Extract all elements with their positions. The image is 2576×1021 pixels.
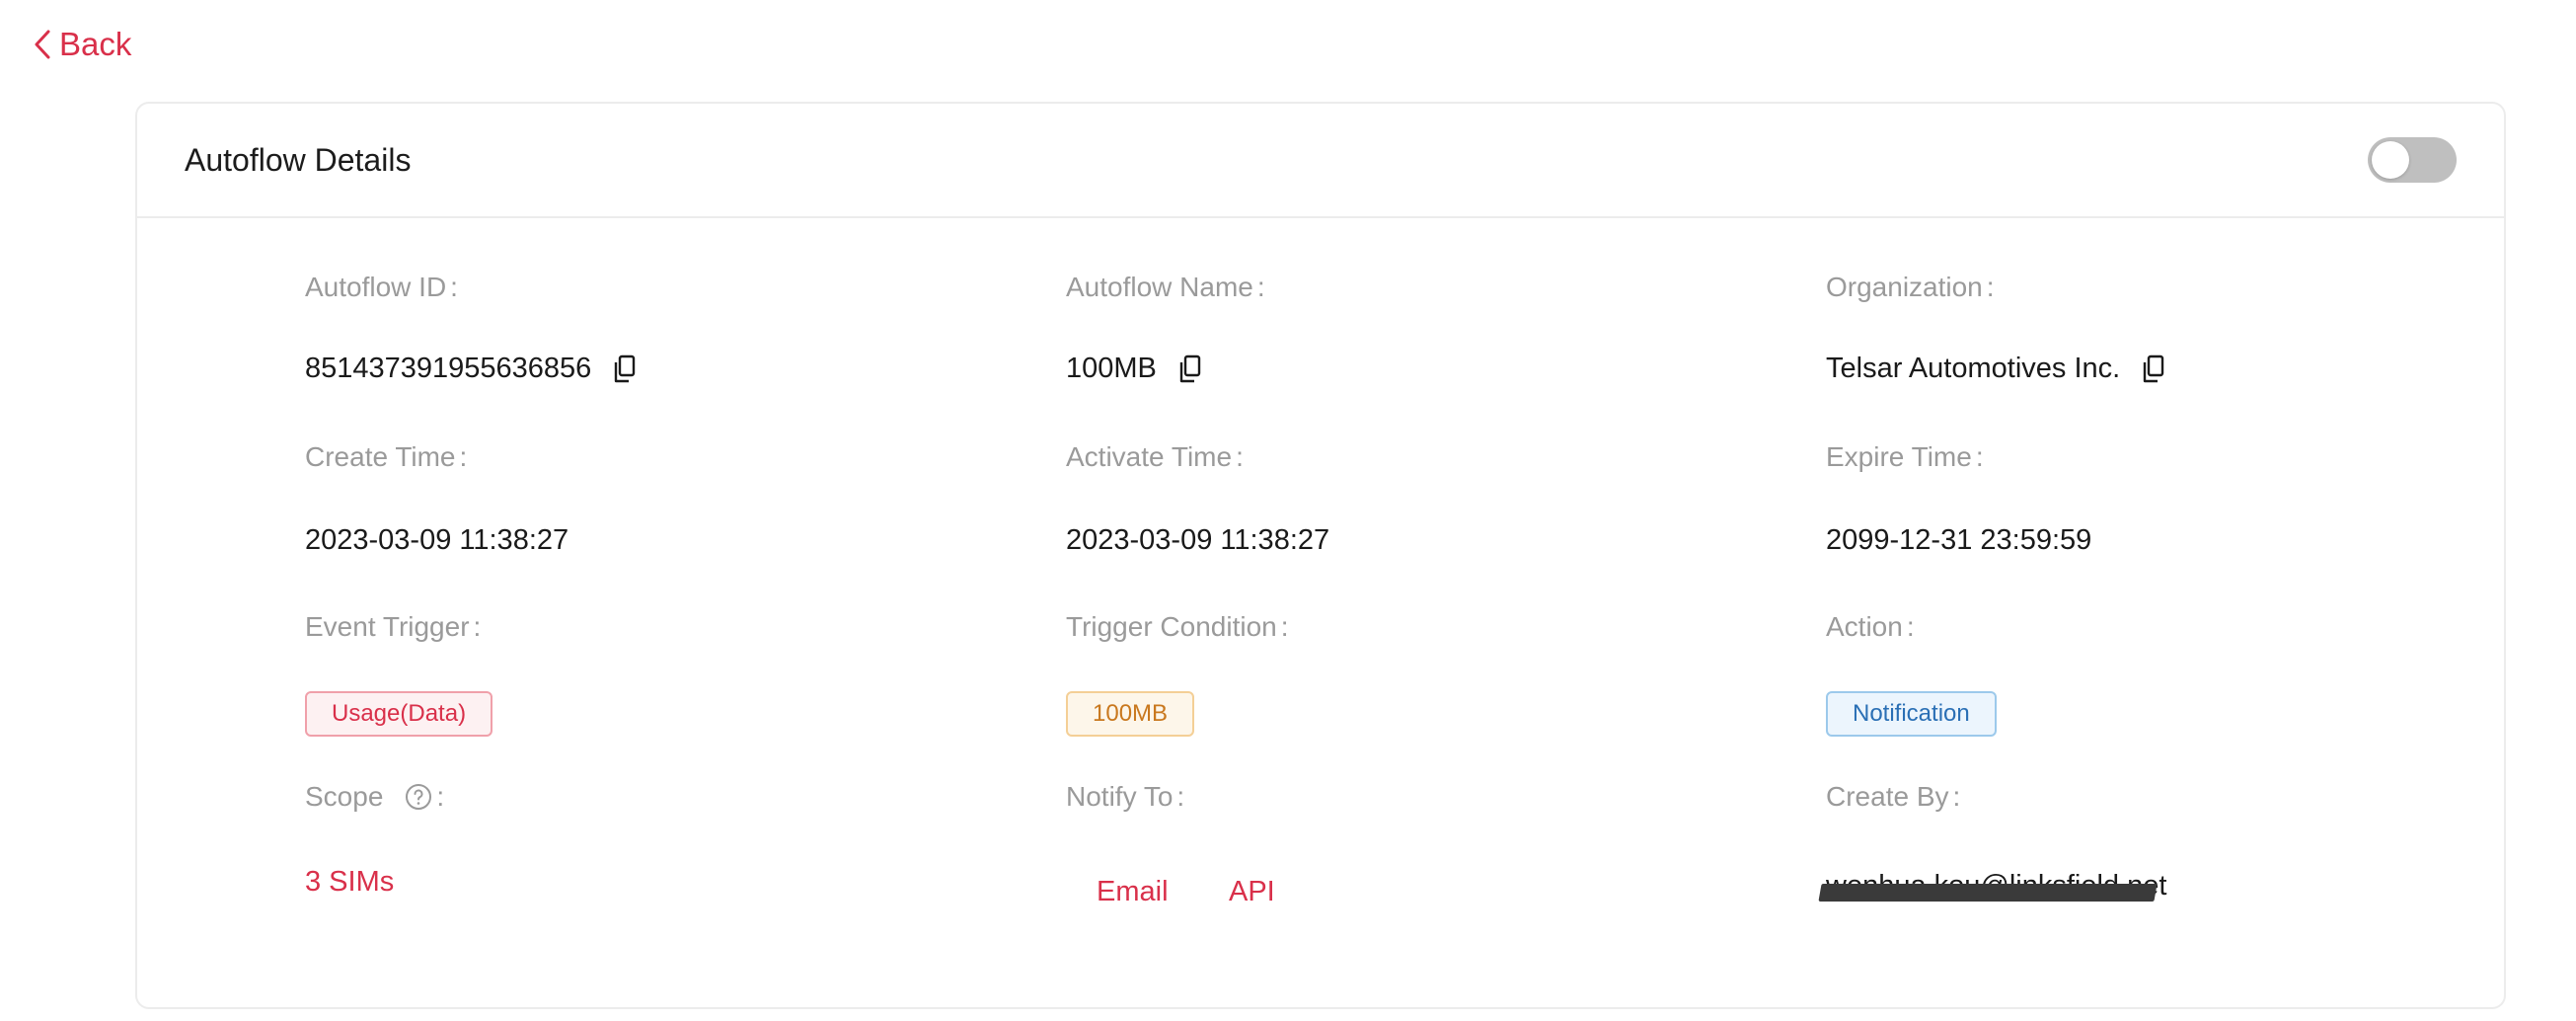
autoflow-name-label: Autoflow Name: — [1066, 272, 1265, 302]
scope-label: Scope : — [305, 781, 445, 812]
trigger-condition-tag: 100MB — [1066, 691, 1195, 737]
copy-icon[interactable] — [1178, 354, 1202, 384]
details-grid: Autoflow ID: Autoflow Name: Organization… — [137, 104, 2504, 1007]
back-label: Back — [59, 26, 132, 62]
notify-api-link[interactable]: API — [1229, 876, 1275, 908]
notify-email-link[interactable]: Email — [1097, 876, 1169, 908]
redaction-mark — [1818, 884, 2158, 902]
event-trigger-tag: Usage(Data) — [305, 691, 493, 737]
chevron-left-icon — [35, 30, 50, 59]
help-icon[interactable] — [405, 783, 432, 811]
autoflow-details-card: Autoflow Details Autoflow ID: Autoflow N… — [135, 102, 2506, 1009]
notify-to-label: Notify To: — [1066, 781, 1185, 812]
activate-time-value: 2023-03-09 11:38:27 — [1066, 524, 1330, 556]
autoflow-id-value: 851437391955636856 — [305, 353, 637, 385]
autoflow-name-value: 100MB — [1066, 353, 1202, 385]
back-button[interactable]: Back — [32, 26, 131, 63]
action-label: Action: — [1826, 611, 1915, 642]
organization-label: Organization: — [1826, 272, 1995, 302]
activate-time-label: Activate Time: — [1066, 441, 1244, 472]
autoflow-id-label: Autoflow ID: — [305, 272, 458, 302]
organization-value: Telsar Automotives Inc. — [1826, 353, 2165, 385]
copy-icon[interactable] — [613, 354, 637, 384]
expire-time-value: 2099-12-31 23:59:59 — [1826, 524, 2092, 556]
create-time-label: Create Time: — [305, 441, 468, 472]
create-by-label: Create By: — [1826, 781, 1961, 812]
copy-icon[interactable] — [2142, 354, 2165, 384]
event-trigger-label: Event Trigger: — [305, 611, 482, 642]
expire-time-label: Expire Time: — [1826, 441, 1984, 472]
create-time-value: 2023-03-09 11:38:27 — [305, 524, 569, 556]
scope-sims-link[interactable]: 3 SIMs — [305, 866, 394, 899]
trigger-condition-label: Trigger Condition: — [1066, 611, 1289, 642]
create-by-value: wenhua.kou@linksfield.net — [1818, 870, 2166, 903]
action-tag: Notification — [1826, 691, 1997, 737]
